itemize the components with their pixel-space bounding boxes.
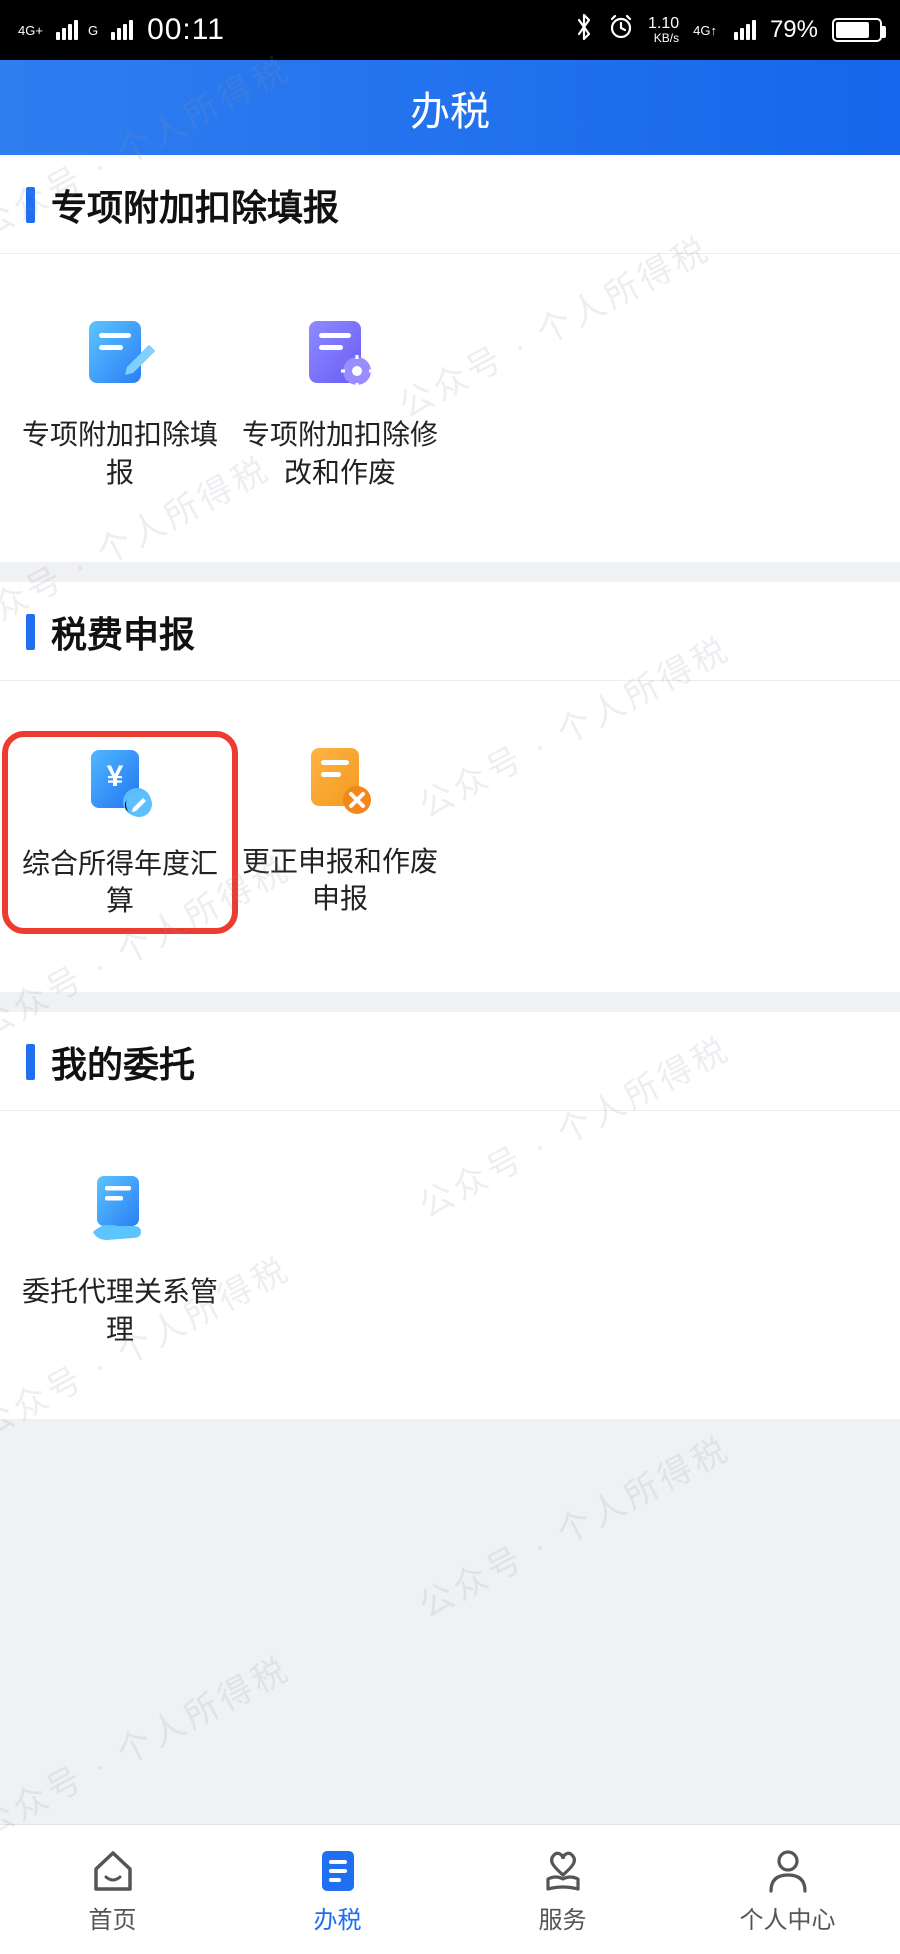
doc-hand-blue-icon xyxy=(80,1171,160,1251)
item-special-deduction-modify[interactable]: 专项附加扣除修改和作废 xyxy=(230,314,450,492)
section-header: 税费申报 xyxy=(0,582,900,681)
section-title: 专项附加扣除填报 xyxy=(51,179,339,231)
item-label: 专项附加扣除修改和作废 xyxy=(240,416,440,492)
bottom-nav: 首页 办税 服务 个人中心 xyxy=(0,1824,900,1954)
nav-service[interactable]: 服务 xyxy=(450,1825,675,1954)
doc-edit-blue-icon xyxy=(80,314,160,394)
item-annual-settlement[interactable]: ¥ xyxy=(12,743,228,921)
nav-home[interactable]: 首页 xyxy=(0,1825,225,1954)
doc-gear-purple-icon xyxy=(300,314,380,394)
header-title: 办税 xyxy=(410,79,490,137)
doc-yen-blue-icon: ¥ xyxy=(80,743,160,823)
alarm-icon xyxy=(608,14,634,47)
section-header: 我的委托 xyxy=(0,1012,900,1111)
item-label: 更正申报和作废申报 xyxy=(240,843,440,919)
network-label-1: 4G+ xyxy=(18,24,43,37)
signal-label-right: 4G↑ xyxy=(693,24,717,37)
bluetooth-icon xyxy=(574,13,594,48)
status-bar: 4G+ G 00:11 1.10 KB/s 4G↑ xyxy=(0,0,900,60)
nav-label: 办税 xyxy=(314,1900,362,1935)
heart-hands-icon xyxy=(537,1844,589,1896)
nav-label: 个人中心 xyxy=(740,1900,836,1935)
signal-bars-2-icon xyxy=(111,20,133,40)
item-label: 委托代理关系管理 xyxy=(20,1273,220,1349)
network-label-2: G xyxy=(88,24,98,37)
nav-label: 首页 xyxy=(89,1900,137,1935)
section-accent-bar-icon xyxy=(26,614,35,650)
section-my-delegation: 我的委托 委托代理关系管理 xyxy=(0,1012,900,1419)
battery-icon xyxy=(832,18,882,42)
section-header: 专项附加扣除填报 xyxy=(0,155,900,254)
item-special-deduction-fill[interactable]: 专项附加扣除填报 xyxy=(10,314,230,492)
item-correct-void-declaration[interactable]: 更正申报和作废申报 xyxy=(230,741,450,923)
section-accent-bar-icon xyxy=(26,187,35,223)
svg-text:¥: ¥ xyxy=(107,760,124,793)
signal-bars-1-icon xyxy=(56,20,78,40)
signal-bars-3-icon xyxy=(734,20,756,40)
battery-percent: 79% xyxy=(770,16,818,44)
status-time: 00:11 xyxy=(147,13,225,47)
section-title: 我的委托 xyxy=(51,1036,195,1088)
person-icon xyxy=(762,1844,814,1896)
item-label: 综合所得年度汇算 xyxy=(20,845,220,921)
section-title: 税费申报 xyxy=(51,606,195,658)
nav-profile[interactable]: 个人中心 xyxy=(675,1825,900,1954)
section-accent-bar-icon xyxy=(26,1044,35,1080)
data-rate: 1.10 KB/s xyxy=(648,16,679,44)
item-label: 专项附加扣除填报 xyxy=(20,416,220,492)
doc-icon xyxy=(312,1844,364,1896)
nav-tax[interactable]: 办税 xyxy=(225,1825,450,1954)
nav-label: 服务 xyxy=(539,1900,587,1935)
highlight-annotation: ¥ xyxy=(2,731,238,935)
section-special-deduction: 专项附加扣除填报 专项附加扣除填报 xyxy=(0,155,900,562)
doc-cancel-orange-icon xyxy=(300,741,380,821)
section-tax-declaration: 税费申报 ¥ xyxy=(0,582,900,993)
item-delegation-manage[interactable]: 委托代理关系管理 xyxy=(10,1171,230,1349)
app-header: 办税 xyxy=(0,60,900,155)
home-icon xyxy=(87,1844,139,1896)
